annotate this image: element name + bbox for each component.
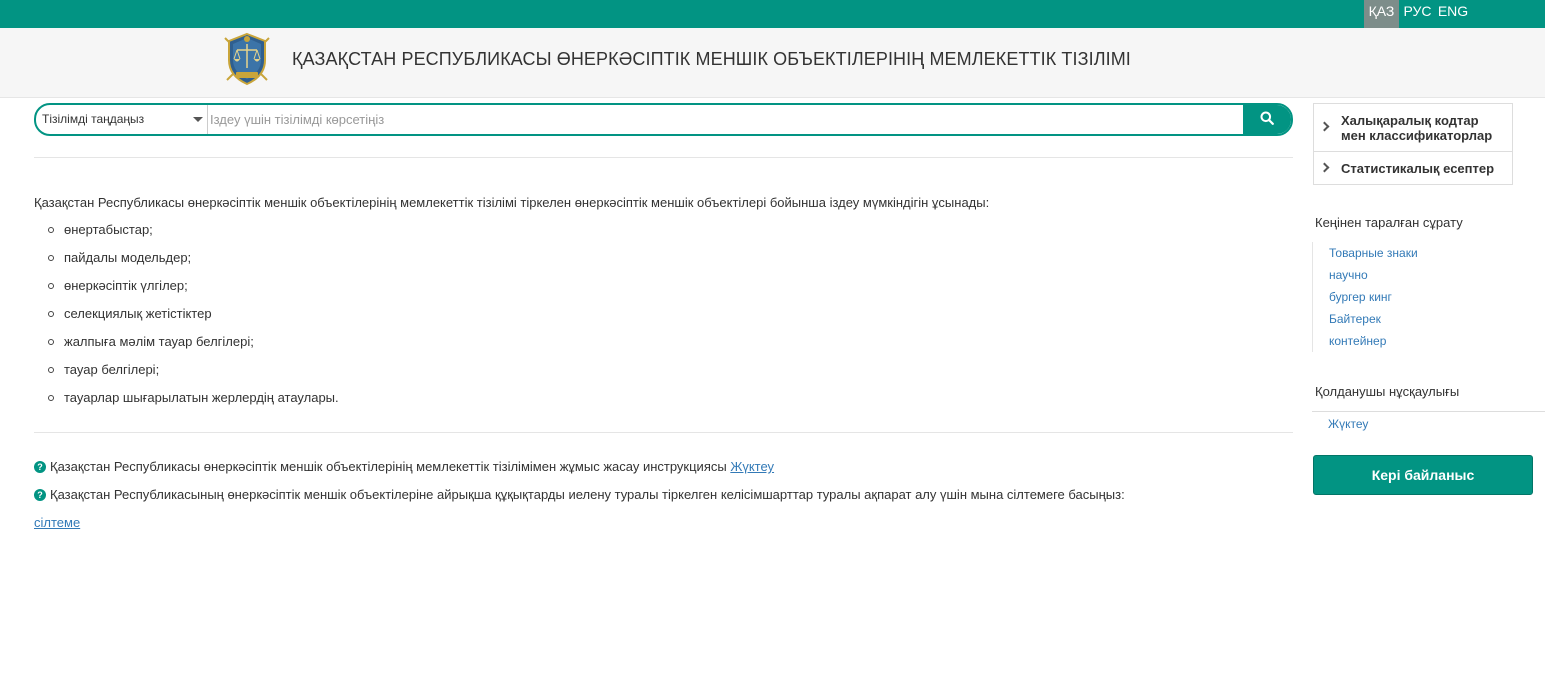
divider	[34, 157, 1293, 158]
list-item: тауар белгілері;	[46, 356, 339, 384]
sidebar-item-label: Халықаралық кодтар мен классификаторлар	[1341, 113, 1493, 143]
popular-request-link[interactable]: Товарные знаки	[1313, 242, 1418, 264]
search-icon	[1260, 111, 1274, 128]
question-circle-icon: ?	[34, 460, 46, 473]
popular-request-link[interactable]: контейнер	[1313, 330, 1418, 352]
lang-eng[interactable]: ENG	[1436, 0, 1470, 28]
list-item: селекциялық жетістіктер	[46, 300, 339, 328]
contracts-link-row: сілтеме	[34, 515, 80, 530]
popular-request-link[interactable]: бургер кинг	[1313, 286, 1418, 308]
search-input[interactable]	[209, 105, 1244, 134]
object-type-list: өнертабыстар; пайдалы модельдер; өнеркәс…	[46, 216, 339, 412]
list-item: өнертабыстар;	[46, 216, 339, 244]
list-item: жалпыға мәлім тауар белгілері;	[46, 328, 339, 356]
registry-select[interactable]: Тізілімді таңдаңыз	[36, 105, 208, 134]
sidebar-item-label: Статистикалық есептер	[1341, 161, 1495, 176]
user-guide-heading: Қолданушы нұсқаулығы	[1315, 384, 1460, 399]
lang-rus[interactable]: РУС	[1401, 0, 1434, 28]
popular-requests-list: Товарные знаки научно бургер кинг Байтер…	[1312, 242, 1418, 352]
sidebar-item-statistics[interactable]: Статистикалық есептер	[1314, 152, 1512, 184]
top-bar: ҚАЗ РУС ENG	[0, 0, 1545, 28]
feedback-button[interactable]: Кері байланыс	[1313, 455, 1533, 495]
instruction-info: ? Қазақстан Республикасы өнеркәсіптік ме…	[34, 459, 774, 474]
popular-request-link[interactable]: Байтерек	[1313, 308, 1418, 330]
question-circle-icon: ?	[34, 488, 46, 501]
sidebar-menu: Халықаралық кодтар мен классификаторлар …	[1313, 103, 1513, 185]
divider	[34, 432, 1293, 433]
caret-down-icon	[193, 117, 203, 122]
emblem-logo[interactable]	[217, 30, 277, 88]
registry-select-label: Тізілімді таңдаңыз	[42, 112, 145, 126]
list-item: өнеркәсіптік үлгілер;	[46, 272, 339, 300]
contracts-link[interactable]: сілтеме	[34, 515, 80, 530]
user-guide-list: Жүктеу	[1312, 413, 1368, 435]
site-header: ҚАЗАҚСТАН РЕСПУБЛИКАСЫ ӨНЕРКӘСІПТІК МЕНШ…	[0, 28, 1545, 98]
contracts-text: Қазақстан Республикасының өнеркәсіптік м…	[50, 487, 1125, 502]
instruction-text: Қазақстан Республикасы өнеркәсіптік менш…	[50, 459, 727, 474]
chevron-right-icon	[1319, 121, 1330, 132]
user-guide-download-link[interactable]: Жүктеу	[1312, 413, 1368, 435]
chevron-right-icon	[1319, 162, 1330, 173]
page-title: ҚАЗАҚСТАН РЕСПУБЛИКАСЫ ӨНЕРКӘСІПТІК МЕНШ…	[292, 49, 1131, 69]
popular-requests-heading: Кеңінен таралған сұрату	[1315, 215, 1463, 230]
search-bar: Тізілімді таңдаңыз	[34, 103, 1293, 136]
list-item: тауарлар шығарылатын жерлердің атаулары.	[46, 384, 339, 412]
divider	[1312, 411, 1545, 412]
popular-request-link[interactable]: научно	[1313, 264, 1418, 286]
instruction-download-link[interactable]: Жүктеу	[730, 459, 774, 474]
list-item: пайдалы модельдер;	[46, 244, 339, 272]
contracts-info: ? Қазақстан Республикасының өнеркәсіптік…	[34, 487, 1125, 502]
search-button[interactable]	[1243, 105, 1291, 134]
lang-kaz[interactable]: ҚАЗ	[1364, 0, 1399, 28]
intro-text: Қазақстан Республикасы өнеркәсіптік менш…	[34, 195, 990, 210]
sidebar-item-codes[interactable]: Халықаралық кодтар мен классификаторлар	[1314, 104, 1512, 152]
